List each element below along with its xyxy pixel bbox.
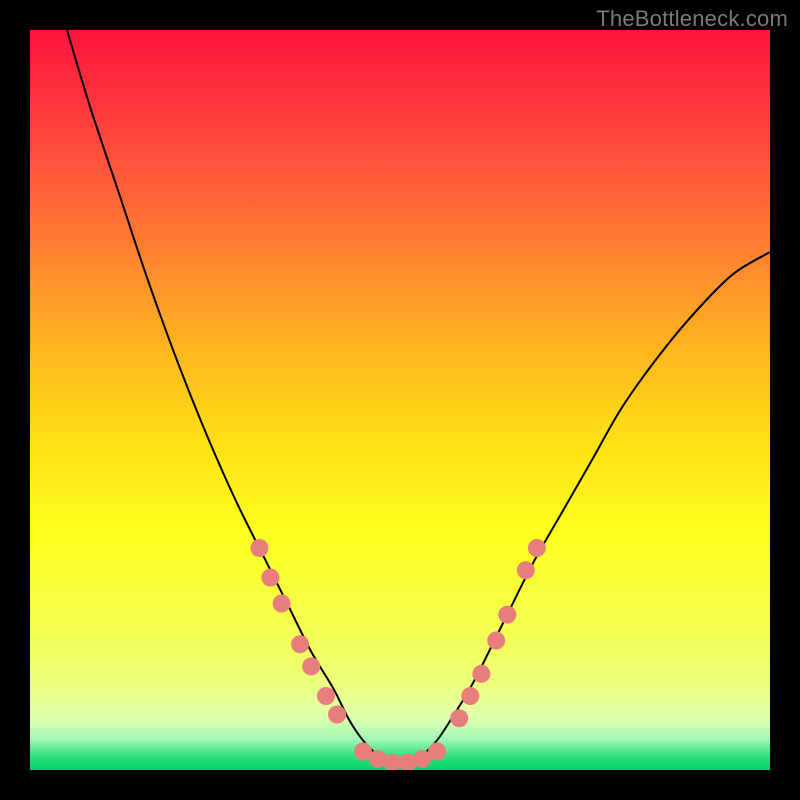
curve-marker: [428, 743, 446, 761]
chart-frame: TheBottleneck.com: [0, 0, 800, 800]
bottleneck-curve: [67, 30, 770, 764]
curve-marker: [250, 539, 268, 557]
curve-marker: [262, 569, 280, 587]
curve-marker: [487, 632, 505, 650]
plot-area: [30, 30, 770, 770]
curve-marker: [302, 657, 320, 675]
curve-marker: [317, 687, 335, 705]
curve-marker: [328, 706, 346, 724]
curve-marker: [528, 539, 546, 557]
curve-marker: [517, 561, 535, 579]
curve-marker: [498, 606, 516, 624]
curve-marker: [291, 635, 309, 653]
curve-markers: [250, 539, 546, 770]
chart-svg: [30, 30, 770, 770]
watermark-label: TheBottleneck.com: [596, 6, 788, 32]
curve-marker: [472, 665, 490, 683]
curve-marker: [461, 687, 479, 705]
curve-marker: [273, 595, 291, 613]
curve-marker: [450, 709, 468, 727]
